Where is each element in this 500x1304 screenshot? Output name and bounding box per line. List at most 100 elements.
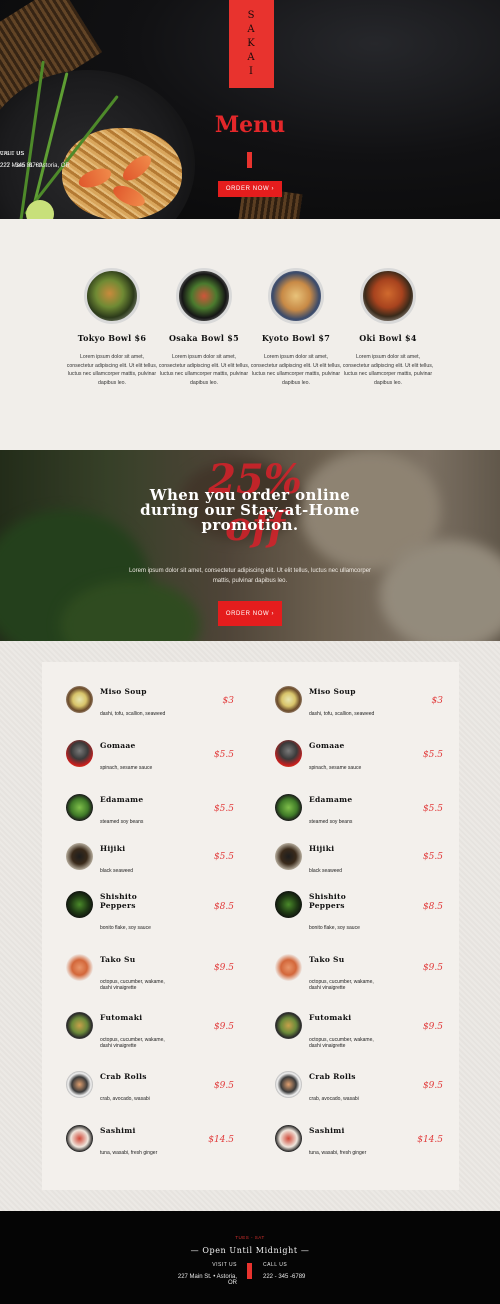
bowl-title: Osaka Bowl $5 [168, 333, 239, 343]
menu-item-description: crab, avocado, wasabi [309, 1096, 359, 1102]
menu-item-image [66, 1012, 93, 1039]
menu-item: Futomaki octopus, cucumber, wakame, dashi… [66, 1012, 246, 1062]
menu-item: Gomaae spinach, sesame sauce $5.5 [275, 740, 455, 790]
menu-item-price: $5.5 [213, 852, 234, 862]
logo[interactable]: SAKAI [229, 0, 274, 88]
bowl-image [360, 268, 416, 324]
bowls-section: Tokyo Bowl $6 Lorem ipsum dolor sit amet… [0, 219, 500, 450]
menu-item-name: Gomaae [100, 741, 136, 750]
logo-letter: A [247, 24, 256, 35]
bowl-card: Kyoto Bowl $7 Lorem ipsum dolor sit amet… [250, 268, 342, 387]
bowl-title: Kyoto Bowl $7 [261, 333, 331, 343]
call-us-label: CALL US [263, 1262, 288, 1268]
logo-letter: I [249, 66, 254, 77]
menu-item: Miso Soup dashi, tofu, scallion, seaweed $… [66, 686, 246, 736]
menu-item-price: $5.5 [422, 804, 443, 814]
menu-item-name: Hijiki [309, 844, 335, 853]
menu-item-image [275, 1125, 302, 1152]
menu-item: Sashimi tuna, wasabi, fresh ginger $14.5 [275, 1125, 455, 1175]
menu-item-image [66, 794, 93, 821]
menu-item-description: dashi, tofu, scallion, seaweed [100, 711, 166, 717]
menu-item-image [275, 954, 302, 981]
bowl-card: Osaka Bowl $5 Lorem ipsum dolor sit amet… [158, 268, 250, 387]
menu-item: Shishito Peppers bonito flake, soy sauce $… [275, 891, 455, 941]
menu-item-name: Futomaki [309, 1013, 352, 1022]
menu-item: Tako Su octopus, cucumber, wakame, dashi … [275, 954, 455, 1004]
menu-item-description: octopus, cucumber, wakame, dashi vinaigr… [309, 979, 374, 991]
bowl-title: Oki Bowl $4 [359, 333, 417, 343]
menu-item-description: bonito flake, soy sauce [100, 925, 151, 931]
menu-item-image [275, 740, 302, 767]
bowl-description: Lorem ipsum dolor sit amet, consectetur … [158, 354, 250, 386]
promo-description: Lorem ipsum dolor sit amet, consectetur … [128, 568, 372, 584]
menu-item: Miso Soup dashi, tofu, scallion, seaweed $… [275, 686, 455, 736]
bowl-description: Lorem ipsum dolor sit amet, consectetur … [66, 354, 158, 386]
address-text: 227 Main St. • Astoria, OR [177, 1274, 237, 1286]
menu-item-name: Sashimi [309, 1126, 345, 1135]
menu-item-price: $9.5 [213, 1081, 234, 1091]
order-now-button[interactable]: ORDER NOW › [218, 181, 282, 197]
menu-item-name: Crab Rolls [309, 1072, 356, 1081]
menu-item-image [275, 1012, 302, 1039]
menu-item-description: black seaweed [309, 868, 343, 874]
menu-item-price: $8.5 [213, 902, 234, 912]
menu-item-description: spinach, sesame sauce [100, 765, 153, 771]
menu-item-price: $9.5 [422, 1081, 443, 1091]
menu-item-name: Futomaki [100, 1013, 143, 1022]
menu-item-name: Sashimi [100, 1126, 136, 1135]
menu-item-description: steamed soy beans [100, 819, 144, 825]
menu-item-price: $9.5 [422, 963, 443, 973]
phone-link[interactable]: 222 - 345 -6789 [0, 163, 42, 169]
menu-item-description: crab, avocado, wasabi [100, 1096, 150, 1102]
menu-item-image [275, 843, 302, 870]
menu-item-name: Shishito Peppers [309, 892, 347, 910]
menu-item-description: dashi, tofu, scallion, seaweed [309, 711, 375, 717]
menu-item: Hijiki black seaweed $5.5 [66, 843, 246, 893]
footer [0, 1211, 500, 1304]
menu-item-image [66, 686, 93, 713]
menu-item-image [66, 1125, 93, 1152]
menu-item-price: $5.5 [213, 804, 234, 814]
footer-visit-us-block: VISIT US 227 Main St. • Astoria, OR [172, 1262, 237, 1286]
menu-item: Sashimi tuna, wasabi, fresh ginger $14.5 [66, 1125, 246, 1175]
bowl-card: Tokyo Bowl $6 Lorem ipsum dolor sit amet… [66, 268, 158, 387]
menu-item-price: $3 [431, 696, 443, 706]
menu-item: Hijiki black seaweed $5.5 [275, 843, 455, 893]
menu-item-image [66, 740, 93, 767]
menu-item-name: Tako Su [100, 955, 136, 964]
phone-link[interactable]: 222 - 345 -6789 [263, 1274, 333, 1280]
menu-item-description: tuna, wasabi, fresh ginger [100, 1150, 158, 1156]
opening-days: TUES - SAT [235, 1235, 265, 1240]
menu-item-description: octopus, cucumber, wakame, dashi vinaigr… [100, 979, 165, 991]
menu-item-price: $5.5 [213, 750, 234, 760]
menu-item-image [275, 794, 302, 821]
menu-item-price: $14.5 [417, 1135, 443, 1145]
menu-item: Edamame steamed soy beans $5.5 [66, 794, 246, 844]
menu-item-price: $5.5 [422, 750, 443, 760]
menu-item-description: tuna, wasabi, fresh ginger [309, 1150, 367, 1156]
promo-title: When you order online during our Stay-at… [140, 486, 360, 534]
menu-item-description: steamed soy beans [309, 819, 353, 825]
promo-order-now-button[interactable]: ORDER NOW › [218, 601, 282, 626]
footer-call-us-block: CALL US 222 - 345 -6789 [263, 1262, 333, 1280]
menu-item-price: $9.5 [422, 1022, 443, 1032]
menu-item-image [66, 891, 93, 918]
menu-item: Futomaki octopus, cucumber, wakame, dashi… [275, 1012, 455, 1062]
menu-item-description: black seaweed [100, 868, 134, 874]
menu-item-price: $3 [222, 696, 234, 706]
menu-item-image [275, 686, 302, 713]
bowl-title: Tokyo Bowl $6 [77, 333, 147, 343]
menu-item-price: $14.5 [208, 1135, 234, 1145]
menu-item-name: Crab Rolls [100, 1072, 147, 1081]
menu-item: Gomaae spinach, sesame sauce $5.5 [66, 740, 246, 790]
bowl-description: Lorem ipsum dolor sit amet, consectetur … [250, 354, 342, 386]
menu-item: Tako Su octopus, cucumber, wakame, dashi … [66, 954, 246, 1004]
menu-item-description: bonito flake, soy sauce [309, 925, 360, 931]
menu-item-description: spinach, sesame sauce [309, 765, 362, 771]
menu-item: Crab Rolls crab, avocado, wasabi $9.5 [275, 1071, 455, 1121]
bowl-card: Oki Bowl $4 Lorem ipsum dolor sit amet, … [342, 268, 434, 387]
menu-item-image [275, 891, 302, 918]
menu-item-description: octopus, cucumber, wakame, dashi vinaigr… [309, 1037, 374, 1049]
menu-item-name: Gomaae [309, 741, 345, 750]
menu-item-price: $5.5 [422, 852, 443, 862]
